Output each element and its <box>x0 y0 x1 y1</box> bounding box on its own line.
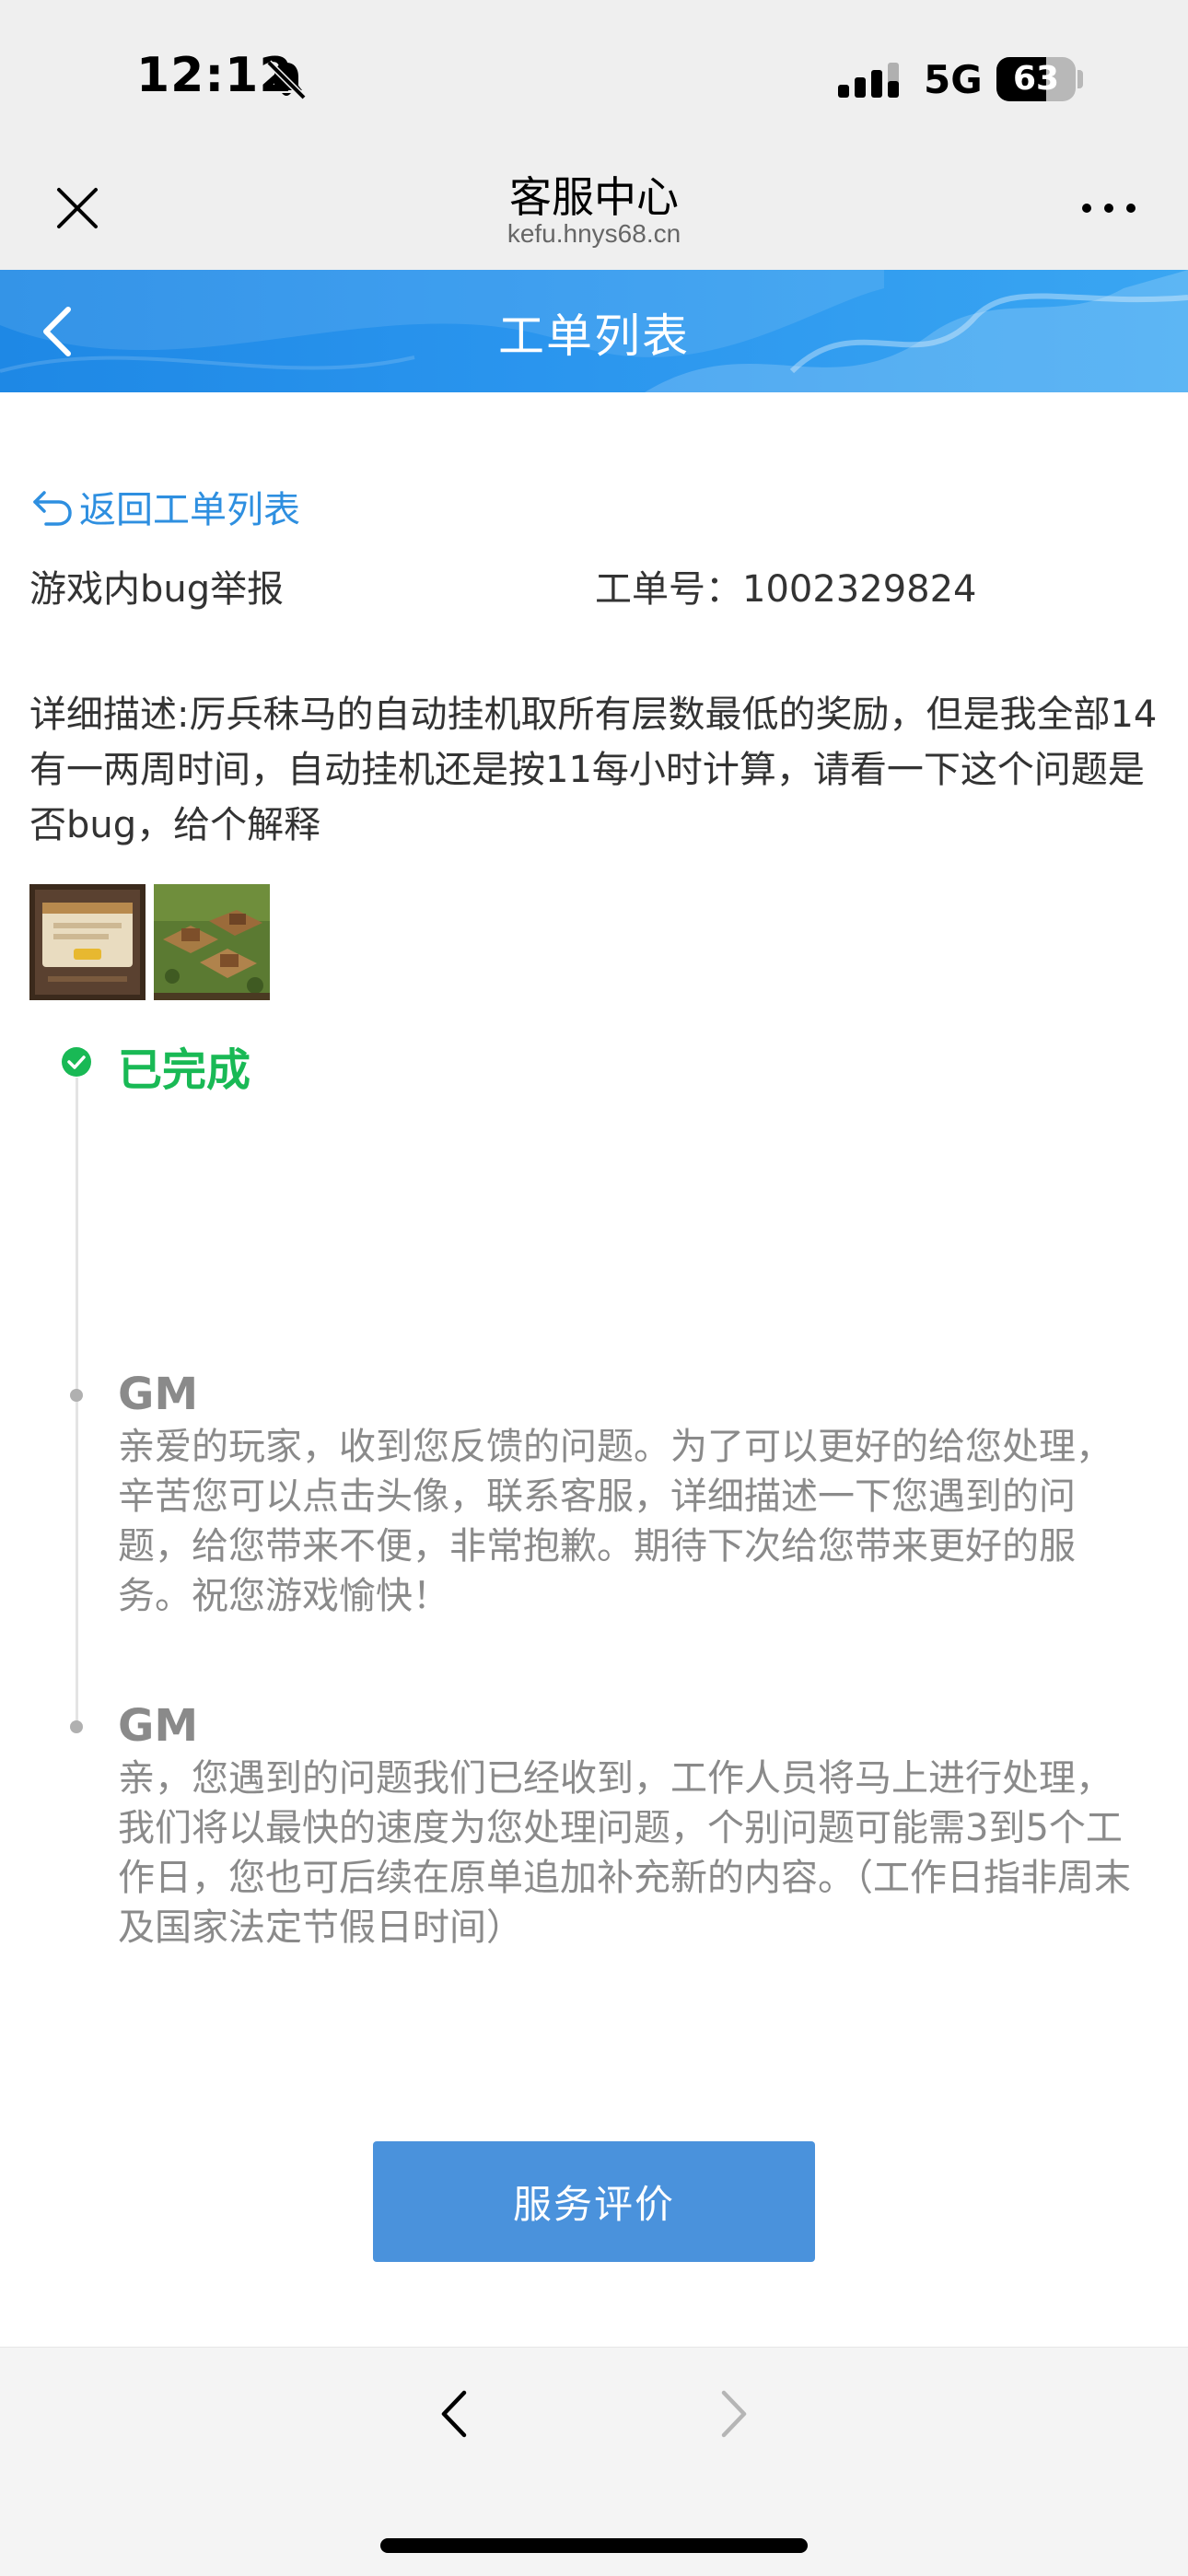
browser-title: 客服中心 <box>509 172 679 222</box>
reply-author: GM <box>118 1369 199 1420</box>
signal-icon <box>838 63 899 98</box>
battery-cap <box>1077 70 1083 88</box>
home-indicator <box>380 2538 808 2553</box>
battery-level: 63 <box>1012 60 1060 98</box>
timeline-dot <box>70 1720 83 1733</box>
page-title: 工单列表 <box>498 309 690 363</box>
battery-icon: 63 <box>996 57 1076 101</box>
status-badge: 已完成 <box>118 1044 251 1096</box>
return-link-label: 返回工单列表 <box>79 489 300 531</box>
return-arrow-icon <box>33 491 72 526</box>
attachment-thumbnail[interactable] <box>154 884 270 1000</box>
attachment-thumbnail[interactable] <box>29 884 146 1000</box>
reply-text: 亲，您遇到的问题我们已经收到，工作人员将马上进行处理，我们将以最快的速度为您处理… <box>118 1757 1131 1949</box>
rate-service-button[interactable]: 服务评价 <box>373 2141 815 2262</box>
check-circle-icon <box>62 1047 91 1077</box>
chevron-left-icon[interactable] <box>433 2385 477 2442</box>
network-label: 5G <box>924 57 983 102</box>
reply-author: GM <box>118 1700 199 1752</box>
ticket-type: 游戏内bug举报 <box>29 568 285 611</box>
timeline-dot <box>70 1389 83 1402</box>
ticket-number: 工单号：1002329824 <box>595 568 977 611</box>
more-icon[interactable] <box>1079 201 1138 216</box>
bell-muted-icon <box>266 60 307 100</box>
chevron-left-icon[interactable] <box>37 304 77 359</box>
ticket-description: 详细描述:厉兵秣马的自动挂机取所有层数最低的奖励，但是我全部14有一两周时间，自… <box>29 694 1158 846</box>
chevron-right-icon[interactable] <box>711 2385 755 2442</box>
reply-text: 亲爱的玩家，收到您反馈的问题。为了可以更好的给您处理，辛苦您可以点击头像，联系客… <box>118 1426 1112 1617</box>
close-icon[interactable] <box>52 182 103 234</box>
browser-url: kefu.hnys68.cn <box>507 219 681 248</box>
return-to-list-link[interactable]: 返回工单列表 <box>29 479 300 534</box>
